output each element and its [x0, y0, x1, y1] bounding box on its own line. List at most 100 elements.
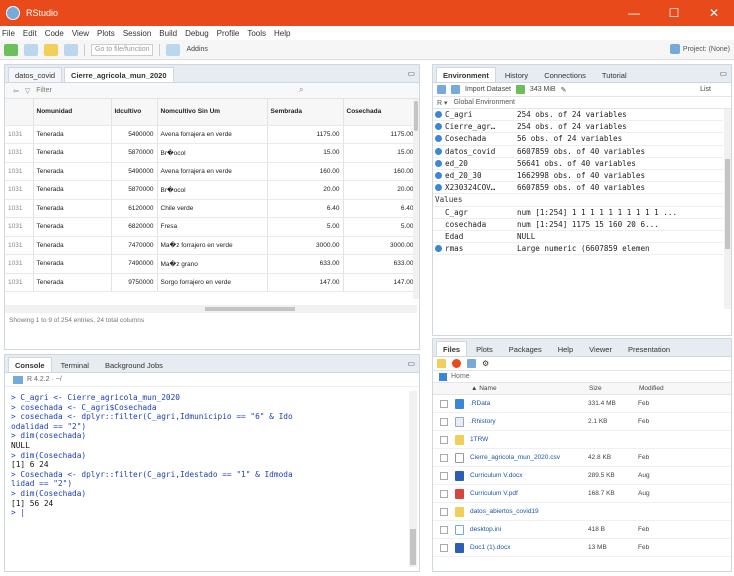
file-name[interactable]: Cierre_agricola_mun_2020.csv	[470, 454, 588, 461]
file-row[interactable]: 1TRW	[433, 431, 731, 449]
file-row[interactable]: desktop.ini 418 B Feb	[433, 521, 731, 539]
menu-edit[interactable]: Edit	[23, 29, 37, 38]
column-header-size[interactable]: Size	[589, 385, 639, 392]
console-scrollbar[interactable]	[409, 391, 417, 567]
minimize-button[interactable]: —	[614, 0, 654, 26]
expand-icon[interactable]	[435, 245, 442, 253]
column-header[interactable]: Sembrada	[267, 99, 344, 126]
r-language-selector[interactable]: R ▾	[437, 99, 448, 107]
data-object-row[interactable]: Cierre_agr… 254 obs. of 24 variables	[433, 121, 723, 134]
file-checkbox[interactable]	[440, 471, 448, 480]
data-object-row[interactable]: ed_20 56641 obs. of 40 variables	[433, 158, 723, 170]
tab-help[interactable]: Help	[551, 341, 580, 356]
search-icon[interactable]: ⌕	[299, 85, 339, 96]
file-name[interactable]: 1TRW	[470, 436, 588, 443]
tab-environment[interactable]: Environment	[436, 67, 496, 82]
column-header-modified[interactable]: Modified	[639, 385, 669, 392]
broom-icon[interactable]: ✎	[561, 86, 567, 94]
delete-icon[interactable]	[452, 359, 461, 368]
data-object-row[interactable]: C_agri 254 obs. of 24 variables	[433, 109, 723, 122]
memory-usage[interactable]: 343 MiB	[530, 86, 556, 93]
file-row[interactable]: .Rhistory 2.1 KB Feb	[433, 413, 731, 431]
file-row[interactable]: Curriculum V.docx 289.5 KB Aug	[433, 467, 731, 485]
file-name[interactable]: Doc1 (1).docx	[470, 544, 588, 551]
pane-maximize-icon[interactable]: ▭	[407, 359, 415, 368]
file-checkbox[interactable]	[440, 417, 448, 426]
console-prompt[interactable]: > |	[11, 508, 405, 518]
file-name[interactable]: desktop.ini	[470, 526, 588, 533]
tab-presentation[interactable]: Presentation	[621, 341, 677, 356]
file-row[interactable]: Cierre_agricola_mun_2020.csv 42.8 KB Feb	[433, 449, 731, 467]
grid-icon[interactable]	[166, 43, 181, 56]
file-name[interactable]: Curriculum V.pdf	[470, 490, 588, 497]
new-folder-icon[interactable]	[437, 359, 446, 368]
expand-icon[interactable]	[435, 147, 442, 155]
gear-icon[interactable]: ⚙	[482, 359, 489, 368]
tab-viewer[interactable]: Viewer	[582, 341, 619, 356]
expand-icon[interactable]	[435, 123, 442, 131]
value-object-row[interactable]: cosechada num [1:254] 1175 15 160 20 6...	[433, 219, 723, 231]
file-checkbox[interactable]	[440, 399, 448, 408]
value-object-row[interactable]: Edad NULL	[433, 231, 723, 244]
list-view-button[interactable]: List	[700, 86, 711, 93]
column-header-name[interactable]: ▲ Name	[471, 385, 589, 392]
menu-profile[interactable]: Profile	[217, 29, 240, 38]
breadcrumb-home[interactable]: Home	[451, 373, 470, 380]
console-output[interactable]: > C_agri <- Cierre_agricola_mun_2020 > c…	[11, 393, 405, 518]
menu-plots[interactable]: Plots	[97, 29, 115, 38]
tab-history[interactable]: History	[498, 67, 535, 82]
tab-packages[interactable]: Packages	[502, 341, 549, 356]
file-checkbox[interactable]	[440, 507, 448, 516]
file-row[interactable]: .RData 331.4 MB Feb	[433, 395, 731, 413]
table-vertical-scrollbar[interactable]	[413, 99, 419, 299]
scroll-thumb[interactable]	[410, 529, 416, 565]
expand-icon[interactable]	[435, 111, 442, 119]
file-checkbox[interactable]	[440, 435, 448, 444]
home-icon[interactable]	[439, 372, 447, 381]
column-header[interactable]: Idcultivo	[111, 99, 158, 126]
close-button[interactable]: ✕	[694, 0, 734, 26]
menu-code[interactable]: Code	[45, 29, 64, 38]
menu-file[interactable]: File	[2, 29, 15, 38]
goto-file-input[interactable]: Go to file/function	[91, 43, 154, 56]
tab-cierre-agricola[interactable]: Cierre_agricola_mun_2020	[64, 67, 174, 82]
data-object-row[interactable]: ed_20_30 1662998 obs. of 40 variables	[433, 170, 723, 183]
scroll-thumb[interactable]	[725, 159, 730, 249]
data-object-row[interactable]: datos_covid 6607859 obs. of 40 variables	[433, 146, 723, 158]
save-icon[interactable]	[64, 43, 78, 56]
maximize-button[interactable]: ☐	[654, 0, 694, 26]
rename-icon[interactable]	[467, 359, 476, 368]
column-header[interactable]: Nomcultivo Sin Um	[157, 99, 268, 126]
pane-maximize-icon[interactable]: ▭	[719, 69, 727, 78]
expand-icon[interactable]	[435, 135, 442, 143]
menu-session[interactable]: Session	[123, 29, 151, 38]
tab-console[interactable]: Console	[8, 357, 52, 372]
data-object-row[interactable]: Cosechada 56 obs. of 24 variables	[433, 133, 723, 146]
import-dataset-button[interactable]: Import Dataset	[465, 86, 511, 93]
value-object-row[interactable]: C_agr num [1:254] 1 1 1 1 1 1 1 1 1 1 ...	[433, 207, 723, 219]
tab-background-jobs[interactable]: Background Jobs	[98, 357, 170, 372]
value-object-row[interactable]: rmas Large numeric (6607859 elemen	[433, 243, 723, 256]
back-arrow-icon[interactable]: ⇦	[13, 87, 19, 95]
tab-datos-covid[interactable]: datos_covid	[8, 67, 63, 82]
new-project-icon[interactable]	[24, 43, 38, 56]
scroll-thumb[interactable]	[414, 101, 418, 131]
project-menu[interactable]: Project: (None)	[669, 44, 730, 54]
filter-icon[interactable]: ▽	[25, 87, 30, 95]
file-row[interactable]: datos_abiertos_covid19	[433, 503, 731, 521]
file-checkbox[interactable]	[440, 525, 448, 534]
file-checkbox[interactable]	[440, 453, 448, 462]
tab-tutorial[interactable]: Tutorial	[595, 67, 634, 82]
file-checkbox[interactable]	[440, 489, 448, 498]
file-name[interactable]: Curriculum V.docx	[470, 472, 588, 479]
environment-scrollbar[interactable]	[724, 109, 731, 309]
menu-tools[interactable]: Tools	[247, 29, 266, 38]
file-name[interactable]: .Rhistory	[470, 418, 588, 425]
expand-icon[interactable]	[435, 172, 442, 180]
column-header[interactable]: Cosechada	[343, 99, 418, 126]
open-file-icon[interactable]	[44, 43, 58, 56]
file-row[interactable]: Doc1 (1).docx 13 MB Feb	[433, 539, 731, 557]
pane-maximize-icon[interactable]: ▭	[407, 69, 415, 78]
file-checkbox[interactable]	[440, 543, 448, 552]
tab-files[interactable]: Files	[436, 341, 468, 356]
